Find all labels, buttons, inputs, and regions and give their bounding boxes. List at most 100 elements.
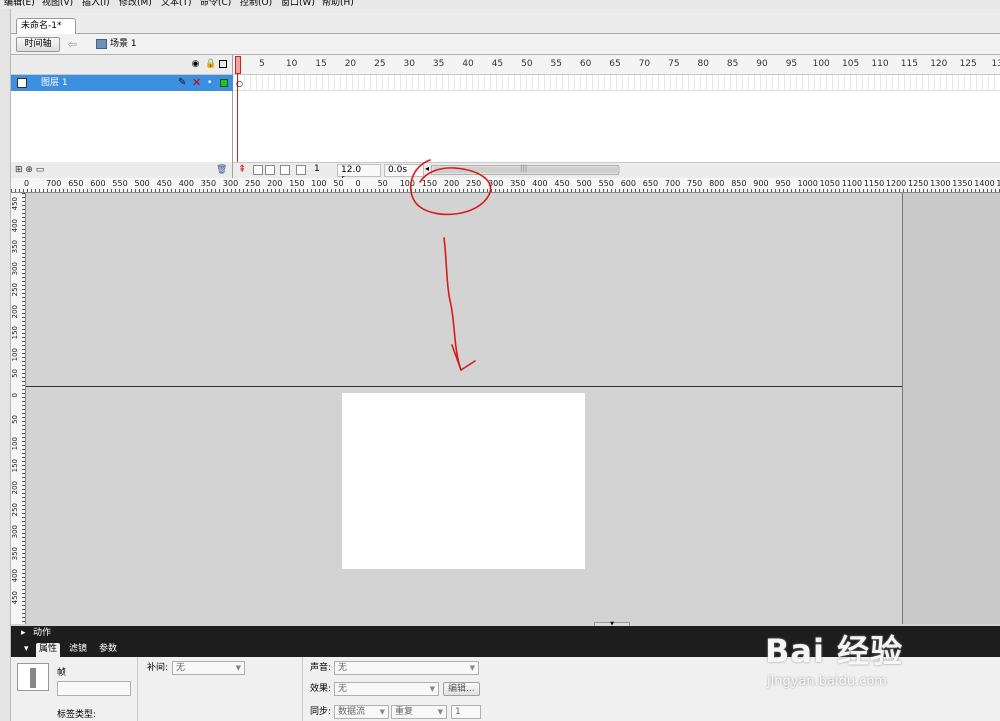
menu-text[interactable]: 文本(T): [161, 0, 192, 9]
frame-name-input[interactable]: [57, 681, 131, 696]
ruler-label: 1100: [841, 179, 863, 188]
frame-number: 115: [900, 59, 918, 69]
layer-header: ◉ 🔒: [11, 55, 233, 75]
eye-icon[interactable]: ◉: [191, 60, 200, 69]
hidden-x-icon[interactable]: ✕: [192, 77, 201, 89]
edit-sound-button[interactable]: 编辑...: [443, 682, 480, 696]
menu-edit[interactable]: 编辑(E): [4, 0, 35, 9]
menu-view[interactable]: 视图(V): [42, 0, 73, 9]
frame-number: 50: [521, 59, 533, 69]
right-panel-edge: [902, 193, 1000, 624]
menu-insert[interactable]: 插入(I): [82, 0, 110, 9]
frame-number: 75: [668, 59, 680, 69]
actions-label[interactable]: 动作: [33, 627, 51, 639]
ruler-label: 900: [753, 179, 769, 188]
add-layer-icons[interactable]: ⊞ ⊕ ▭: [15, 164, 44, 176]
timeline-toggle-button[interactable]: 时间轴: [16, 37, 60, 52]
edit-multiple-icon[interactable]: [280, 165, 290, 175]
ruler-label: 450: [554, 179, 570, 188]
tab-properties[interactable]: 属性: [36, 643, 61, 657]
ruler-label: 300: [11, 525, 19, 539]
layer-name[interactable]: 图层 1: [41, 75, 68, 91]
back-arrow-icon[interactable]: ⇦: [68, 37, 82, 52]
stage[interactable]: [342, 393, 585, 569]
ruler-label: 350: [510, 179, 526, 188]
scene-label[interactable]: 场景 1: [110, 37, 137, 52]
work-area[interactable]: [26, 193, 902, 624]
lock-dot-icon[interactable]: •: [207, 77, 212, 89]
frame-number: 95: [785, 59, 798, 69]
ruler-label: 50: [11, 369, 19, 378]
menu-window[interactable]: 窗口(W): [281, 0, 315, 9]
menu-bar: 编辑(E) 视图(V) 插入(I) 修改(M) 文本(T) 命令(C) 控制(O…: [0, 0, 1000, 9]
center-frame-icon[interactable]: ⇞: [238, 164, 246, 175]
frame-number: 70: [638, 59, 651, 69]
ruler-label: 150: [421, 179, 438, 188]
sound-label: 声音:: [310, 663, 332, 673]
frame-row[interactable]: [233, 75, 1000, 91]
playhead[interactable]: [235, 55, 241, 164]
ruler-label: 1400: [974, 179, 995, 188]
ruler-label: 400: [11, 218, 19, 232]
keyframe-dot[interactable]: ○: [236, 79, 243, 88]
outline-icon[interactable]: [219, 60, 227, 68]
menu-commands[interactable]: 命令(C): [200, 0, 231, 9]
frame-ruler: 5 10 15 20 25 30 35 40 45 50 55 60 65 70 75 80 85 90 95 100…: [233, 55, 1000, 75]
scroll-left-icon[interactable]: ◂: [425, 164, 429, 173]
onion-outline-icon[interactable]: [265, 165, 275, 175]
expand-arrow-icon: ▸: [21, 628, 26, 638]
timeline-status-bar: ⇞ 1 12.0 fps 0.0s ◂ |||: [233, 162, 1000, 186]
repeat-count: 1: [455, 707, 461, 717]
layer-row[interactable]: 图层 1 ✎ ✕ •: [11, 75, 233, 91]
ruler-label: 650: [68, 179, 84, 188]
tools-panel-edge: [0, 9, 11, 721]
sync-value: 数据流: [338, 707, 366, 717]
tab-filters[interactable]: 滤镜: [66, 643, 90, 657]
frame-number: 15: [315, 59, 327, 69]
ruler-label: 700: [46, 179, 62, 188]
collapse-arrow-icon[interactable]: ▾: [21, 643, 32, 657]
timeline-scrollbar[interactable]: |||: [431, 164, 620, 175]
lock-icon[interactable]: 🔒: [205, 60, 216, 69]
frame-rate[interactable]: 12.0 fps: [337, 164, 381, 186]
ruler-label: 250: [11, 283, 19, 297]
menu-help[interactable]: 帮助(H): [322, 0, 354, 9]
ruler-label: 150: [11, 459, 19, 473]
ruler-label: 700: [664, 179, 681, 188]
chevron-down-icon: ▼: [437, 708, 443, 716]
repeat-count-input[interactable]: 1: [451, 705, 481, 719]
ruler-label: 300: [11, 261, 19, 275]
layer-icon: [17, 78, 27, 88]
sync-select[interactable]: 数据流 ▼: [334, 705, 389, 719]
frame-thumbnail-icon: [17, 663, 49, 691]
ruler-label: 850: [731, 179, 747, 188]
menu-control[interactable]: 控制(O): [240, 0, 272, 9]
repeat-select[interactable]: 重复 ▼: [391, 705, 447, 719]
ruler-label: 100: [311, 179, 327, 188]
ruler-label: 400: [532, 179, 548, 188]
trash-icon[interactable]: 🗑: [216, 164, 227, 176]
frame-number: 85: [726, 59, 739, 69]
ruler-label: 0: [24, 179, 30, 188]
onion-markers-icon[interactable]: [296, 165, 306, 175]
sound-select[interactable]: 无 ▼: [334, 661, 479, 675]
tween-select[interactable]: 无 ▼: [172, 661, 245, 675]
watermark: Bai 经验 jingyan.baidu.com: [765, 614, 990, 704]
frame-area: 5 10 15 20 25 30 35 40 45 50 55 60 65 70 75 80 85 90 95 100…: [233, 55, 1000, 186]
onion-skin-icon[interactable]: [253, 165, 263, 175]
effect-select[interactable]: 无 ▼: [334, 682, 439, 696]
menu-modify[interactable]: 修改(M): [119, 0, 152, 9]
frame-number: 40: [462, 59, 474, 69]
ruler-label: 1300: [930, 179, 951, 188]
label-type-label: 标签类型:: [57, 710, 97, 720]
outline-color-swatch[interactable]: [220, 79, 228, 87]
document-tab[interactable]: 未命名-1*: [16, 18, 76, 34]
frame-number: 120: [930, 59, 948, 69]
ruler-label: 350: [11, 240, 19, 254]
split-divider[interactable]: [26, 386, 902, 387]
ruler-label: 400: [11, 569, 19, 583]
ruler-label: 250: [11, 503, 19, 517]
tab-parameters[interactable]: 参数: [96, 643, 120, 657]
playhead-handle[interactable]: [235, 56, 241, 74]
ruler-label: 350: [200, 179, 217, 188]
